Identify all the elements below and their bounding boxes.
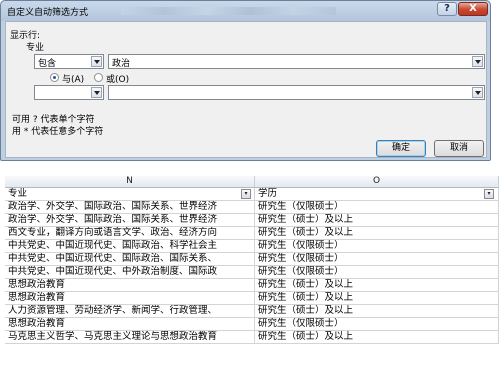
header-major-text: 专业 bbox=[8, 188, 28, 199]
cell-major[interactable]: 人力资源管理、劳动经济学、新闻学、行政管理、 bbox=[5, 305, 255, 318]
cell-degree[interactable]: 研究生（硕士）及以上 bbox=[255, 279, 499, 292]
value1-combobox[interactable]: 政治 bbox=[108, 54, 485, 69]
cancel-button[interactable]: 取消 bbox=[434, 140, 484, 157]
operator2-select[interactable] bbox=[34, 85, 104, 100]
cell-major[interactable]: 思想政治教育 bbox=[5, 292, 255, 305]
table-row: 中共党史、中国近现代史、中外政治制度、国际政 研究生（仅限硕士） bbox=[0, 266, 499, 279]
close-button[interactable]: X bbox=[458, 2, 488, 16]
chevron-down-icon[interactable] bbox=[472, 56, 483, 67]
and-radio-label[interactable]: 与(A) bbox=[62, 72, 84, 85]
header-degree-text: 学历 bbox=[258, 188, 278, 199]
dialog-title: 自定义自动筛选方式 bbox=[7, 8, 89, 18]
table-row: 中共党史、中国近现代史、国际政治、科学社会主 研究生（仅限硕士） bbox=[0, 240, 499, 253]
or-radio[interactable] bbox=[94, 73, 103, 82]
cell-major[interactable]: 中共党史、中国近现代史、国际政治、国际关系、 bbox=[5, 253, 255, 266]
cell-degree[interactable]: 研究生（仅限硕士） bbox=[255, 253, 499, 266]
table-row: 马克思主义哲学、马克思主义理论与思想政治教育 研究生（硕士）及以上 bbox=[0, 331, 499, 344]
table-row: 西文专业，翻译方向或语言文学、政治、经济方向 研究生（硕士）及以上 bbox=[0, 227, 499, 240]
background-window-title bbox=[121, 7, 336, 15]
column-header-N[interactable]: N bbox=[5, 176, 255, 188]
cell-degree[interactable]: 研究生（仅限硕士） bbox=[255, 201, 499, 214]
cell-degree[interactable]: 研究生（仅限硕士） bbox=[255, 266, 499, 279]
cell-degree[interactable]: 研究生（硕士）及以上 bbox=[255, 292, 499, 305]
table-row: 中共党史、中国近现代史、国际政治、国际关系、 研究生（仅限硕士） bbox=[0, 253, 499, 266]
cell-degree[interactable]: 研究生（仅限硕士） bbox=[255, 318, 499, 331]
chevron-down-icon[interactable] bbox=[91, 87, 102, 98]
chevron-down-icon[interactable] bbox=[91, 56, 102, 67]
help-button[interactable]: ? bbox=[437, 2, 457, 16]
dialog-body: 显示行: 专业 包含 政治 与(A) 或(O) 可用 ? 代表单个字符 用 * … bbox=[5, 21, 487, 158]
cell-degree[interactable]: 研究生（硕士）及以上 bbox=[255, 227, 499, 240]
cell-major[interactable]: 思想政治教育 bbox=[5, 279, 255, 292]
table-row: 政治学、外交学、国际政治、国际关系、世界经济 研究生（仅限硕士） bbox=[0, 201, 499, 214]
table-row: 思想政治教育 研究生（仅限硕士） bbox=[0, 318, 499, 331]
dialog-title-bar[interactable]: 自定义自动筛选方式 ? X bbox=[1, 1, 490, 21]
header-row: 专业 ▾ 学历 ▾ bbox=[0, 188, 499, 201]
table-row: 思想政治教育 研究生（硕士）及以上 bbox=[0, 292, 499, 305]
filter-dropdown-icon[interactable]: ▾ bbox=[484, 189, 494, 199]
table-row: 人力资源管理、劳动经济学、新闻学、行政管理、 研究生（硕士）及以上 bbox=[0, 305, 499, 318]
ok-button[interactable]: 确定 bbox=[376, 140, 426, 157]
cell-major[interactable]: 政治学、外交学、国际政治、国际关系、世界经济 bbox=[5, 201, 255, 214]
cell-major[interactable]: 中共党史、中国近现代史、国际政治、科学社会主 bbox=[5, 240, 255, 253]
table-row: 思想政治教育 研究生（硕士）及以上 bbox=[0, 279, 499, 292]
chevron-down-icon[interactable] bbox=[472, 87, 483, 98]
wildcard-hint-multi: 用 * 代表任意多个字符 bbox=[12, 127, 104, 137]
value1-text: 政治 bbox=[112, 59, 131, 69]
worksheet: N O 专业 ▾ 学历 ▾ 政治学、外交学、国际政治、国际关系、世界经济 研究生（… bbox=[0, 176, 499, 370]
cell-degree[interactable]: 研究生（硕士）及以上 bbox=[255, 305, 499, 318]
cell-major[interactable]: 马克思主义哲学、马克思主义理论与思想政治教育 bbox=[5, 331, 255, 344]
cell-header-major[interactable]: 专业 bbox=[5, 188, 255, 201]
and-radio[interactable] bbox=[50, 73, 59, 82]
cell-major[interactable]: 政治学、外交学、国际政治、国际关系、世界经济 bbox=[5, 214, 255, 227]
cell-major[interactable]: 中共党史、中国近现代史、中外政治制度、国际政 bbox=[5, 266, 255, 279]
field-name-label: 专业 bbox=[26, 43, 45, 53]
cell-major[interactable]: 西文专业，翻译方向或语言文学、政治、经济方向 bbox=[5, 227, 255, 240]
cell-degree[interactable]: 研究生（硕士）及以上 bbox=[255, 214, 499, 227]
cell-header-degree[interactable]: 学历 bbox=[255, 188, 499, 201]
cell-degree[interactable]: 研究生（硕士）及以上 bbox=[255, 331, 499, 344]
cell-degree[interactable]: 研究生（仅限硕士） bbox=[255, 240, 499, 253]
value2-combobox[interactable] bbox=[108, 85, 485, 100]
table-row: 政治学、外交学、国际政治、国际关系、世界经济 研究生（硕士）及以上 bbox=[0, 214, 499, 227]
column-header-O[interactable]: O bbox=[255, 176, 499, 188]
operator1-select[interactable]: 包含 bbox=[34, 54, 104, 69]
operator1-value: 包含 bbox=[38, 59, 57, 69]
custom-autofilter-dialog: 自定义自动筛选方式 ? X 显示行: 专业 包含 政治 与(A) 或(O) 可用… bbox=[0, 0, 491, 161]
filter-active-icon[interactable]: ▾ bbox=[241, 189, 251, 199]
or-radio-label[interactable]: 或(O) bbox=[106, 72, 129, 85]
cell-major[interactable]: 思想政治教育 bbox=[5, 318, 255, 331]
